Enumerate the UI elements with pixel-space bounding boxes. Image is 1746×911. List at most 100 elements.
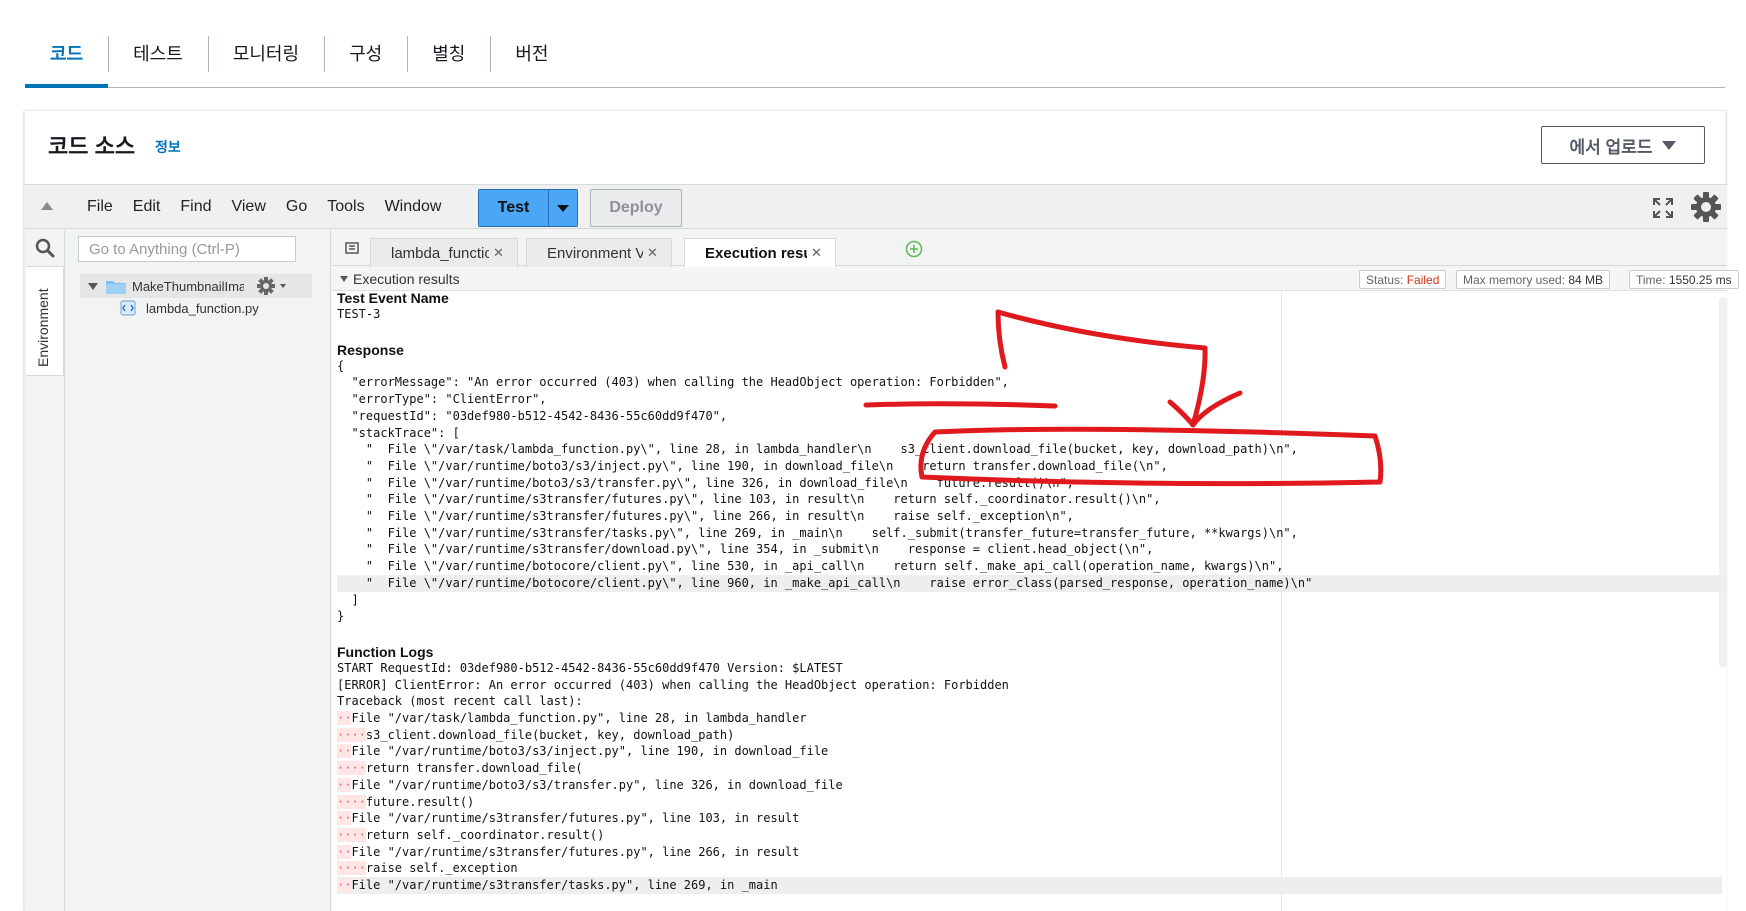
response-line: } xyxy=(337,609,345,624)
tab-label: lambda_function xyxy=(391,244,489,262)
tab-configuration[interactable]: 구성 xyxy=(324,28,407,74)
editor-tab-bar: lambda_function ✕ Environment Vari ✕ Exe… xyxy=(332,230,1727,267)
time-label: Time: xyxy=(1636,273,1666,287)
log-text: File "/var/runtime/s3transfer/tasks.py",… xyxy=(351,878,778,893)
tab-test[interactable]: 테스트 xyxy=(108,28,208,74)
menu-view[interactable]: View xyxy=(221,198,275,216)
expand-caret-icon[interactable] xyxy=(88,282,98,290)
log-text: START RequestId: 03def980-b512-4542-8436… xyxy=(337,660,843,675)
test-event-name: TEST-3 xyxy=(337,307,381,321)
log-text: s3_client.download_file(bucket, key, dow… xyxy=(365,727,735,742)
response-json: { "errorMessage": "An error occurred (40… xyxy=(337,358,1722,625)
test-button[interactable]: Test xyxy=(479,190,549,226)
test-dropdown-button[interactable] xyxy=(549,190,577,226)
function-tabs: 코드 테스트 모니터링 구성 별칭 버전 xyxy=(25,28,1725,88)
whitespace-marker: ···· xyxy=(337,761,366,776)
tab-code[interactable]: 코드 xyxy=(25,28,109,88)
log-line: START RequestId: 03def980-b512-4542-8436… xyxy=(337,660,1722,677)
close-icon[interactable]: ✕ xyxy=(647,245,666,261)
upload-from-button[interactable]: 에서 업로드 xyxy=(1541,126,1705,164)
log-text: [ERROR] ClientError: An error occurred (… xyxy=(337,677,1009,692)
menu-edit[interactable]: Edit xyxy=(123,198,171,216)
tab-list-icon[interactable] xyxy=(344,240,360,256)
add-tab-icon[interactable] xyxy=(905,240,923,258)
upload-from-label: 에서 업로드 xyxy=(1569,137,1653,157)
tab-label: Execution results xyxy=(705,244,807,262)
tab-label: Environment Vari xyxy=(547,244,643,262)
whitespace-marker: ·· xyxy=(337,744,352,759)
info-link[interactable]: 정보 xyxy=(155,137,181,157)
log-line: ····return transfer.download_file( xyxy=(337,760,1722,777)
collapse-menu-icon[interactable] xyxy=(41,202,53,210)
tab-monitoring[interactable]: 모니터링 xyxy=(207,28,324,74)
log-text: File "/var/task/lambda_function.py", lin… xyxy=(351,711,807,726)
preferences-gear-icon[interactable] xyxy=(1690,191,1722,223)
results-collapse-toggle[interactable]: Execution results xyxy=(340,271,460,287)
response-line: " File \"/var/runtime/boto3/s3/inject.py… xyxy=(337,458,1168,473)
log-text: File "/var/runtime/s3transfer/futures.py… xyxy=(351,811,800,826)
close-icon[interactable]: ✕ xyxy=(811,245,830,261)
menu-find[interactable]: Find xyxy=(170,198,221,216)
log-line: ··File "/var/runtime/boto3/s3/transfer.p… xyxy=(337,777,1722,794)
log-text: return transfer.download_file( xyxy=(365,761,583,776)
search-icon xyxy=(35,238,55,258)
environment-panel-tab[interactable]: Environment xyxy=(26,266,64,376)
deploy-button[interactable]: Deploy xyxy=(590,189,682,227)
log-text: File "/var/runtime/boto3/s3/transfer.py"… xyxy=(351,777,843,792)
whitespace-marker: ·· xyxy=(337,878,352,893)
folder-settings-gear-icon[interactable] xyxy=(256,276,276,296)
status-label: Status: xyxy=(1366,273,1404,287)
caret-down-icon xyxy=(557,204,569,212)
tab-lambda-function[interactable]: lambda_function ✕ xyxy=(370,238,518,267)
log-text: Traceback (most recent call last): xyxy=(337,694,583,709)
function-logs: START RequestId: 03def980-b512-4542-8436… xyxy=(337,660,1722,894)
whitespace-marker: ···· xyxy=(337,827,366,842)
tab-versions[interactable]: 버전 xyxy=(490,28,573,74)
cloud9-editor: File Edit Find View Go Tools Window Test… xyxy=(25,184,1739,911)
response-line: " File \"/var/runtime/s3transfer/downloa… xyxy=(337,542,1154,557)
log-text: raise self._exception xyxy=(365,861,518,876)
test-button-group: Test xyxy=(478,189,578,227)
response-line: "errorMessage": "An error occurred (403)… xyxy=(337,375,1009,390)
memory-value: 84 MB xyxy=(1568,273,1604,287)
fullscreen-icon[interactable] xyxy=(1653,198,1673,218)
whitespace-marker: ·· xyxy=(337,811,352,826)
environment-label: Environment xyxy=(35,288,51,367)
close-icon[interactable]: ✕ xyxy=(493,245,512,261)
log-line: ··File "/var/runtime/s3transfer/futures.… xyxy=(337,810,1722,827)
code-source-panel: 코드 소스 정보 에서 업로드 File Edit Find View Go T… xyxy=(24,110,1739,911)
tree-file-lambda[interactable]: lambda_function.py xyxy=(120,300,259,316)
chevron-down-icon[interactable] xyxy=(280,284,286,288)
panel-title: 코드 소스 xyxy=(48,134,136,159)
status-badge: Status: Failed xyxy=(1359,270,1447,289)
left-rail: Environment xyxy=(25,230,65,911)
whitespace-marker: ···· xyxy=(337,727,366,742)
status-value: Failed xyxy=(1406,273,1440,287)
log-line: ····future.result() xyxy=(337,794,1722,811)
log-line: ··File "/var/runtime/s3transfer/futures.… xyxy=(337,844,1722,861)
results-header: Execution results Status: Failed Max mem… xyxy=(332,267,1739,291)
execution-results-pane: Execution results Status: Failed Max mem… xyxy=(332,267,1739,911)
results-output: Test Event Name TEST-3 Response { "error… xyxy=(337,291,1722,911)
menu-tools[interactable]: Tools xyxy=(317,198,374,216)
log-line: [ERROR] ClientError: An error occurred (… xyxy=(337,677,1722,694)
log-line: Traceback (most recent call last): xyxy=(337,693,1722,710)
response-line: "errorType": "ClientError", xyxy=(337,392,547,407)
whitespace-marker: ·· xyxy=(337,711,352,726)
goto-anything-input[interactable] xyxy=(78,236,296,262)
response-line: ] xyxy=(337,592,359,607)
tab-aliases[interactable]: 별칭 xyxy=(407,28,490,74)
response-line: " File \"/var/runtime/boto3/s3/transfer.… xyxy=(337,475,1074,490)
log-text: File "/var/runtime/boto3/s3/inject.py", … xyxy=(351,744,829,759)
tree-root-folder[interactable]: MakeThumbnailImage xyxy=(80,274,312,298)
response-line: "requestId": "03def980-b512-4542-8436-55… xyxy=(337,408,728,423)
menu-file[interactable]: File xyxy=(77,198,123,216)
tab-execution-results[interactable]: Execution results ✕ xyxy=(684,238,836,267)
tab-environment-variables[interactable]: Environment Vari ✕ xyxy=(526,238,672,267)
response-line: " File \"/var/runtime/s3transfer/tasks.p… xyxy=(337,525,1298,540)
menu-window[interactable]: Window xyxy=(375,198,452,216)
function-logs-heading: Function Logs xyxy=(337,643,434,660)
goto-anything-toggle[interactable] xyxy=(25,230,65,266)
response-line: " File \"/var/runtime/s3transfer/futures… xyxy=(337,509,1074,524)
menu-go[interactable]: Go xyxy=(276,198,317,216)
